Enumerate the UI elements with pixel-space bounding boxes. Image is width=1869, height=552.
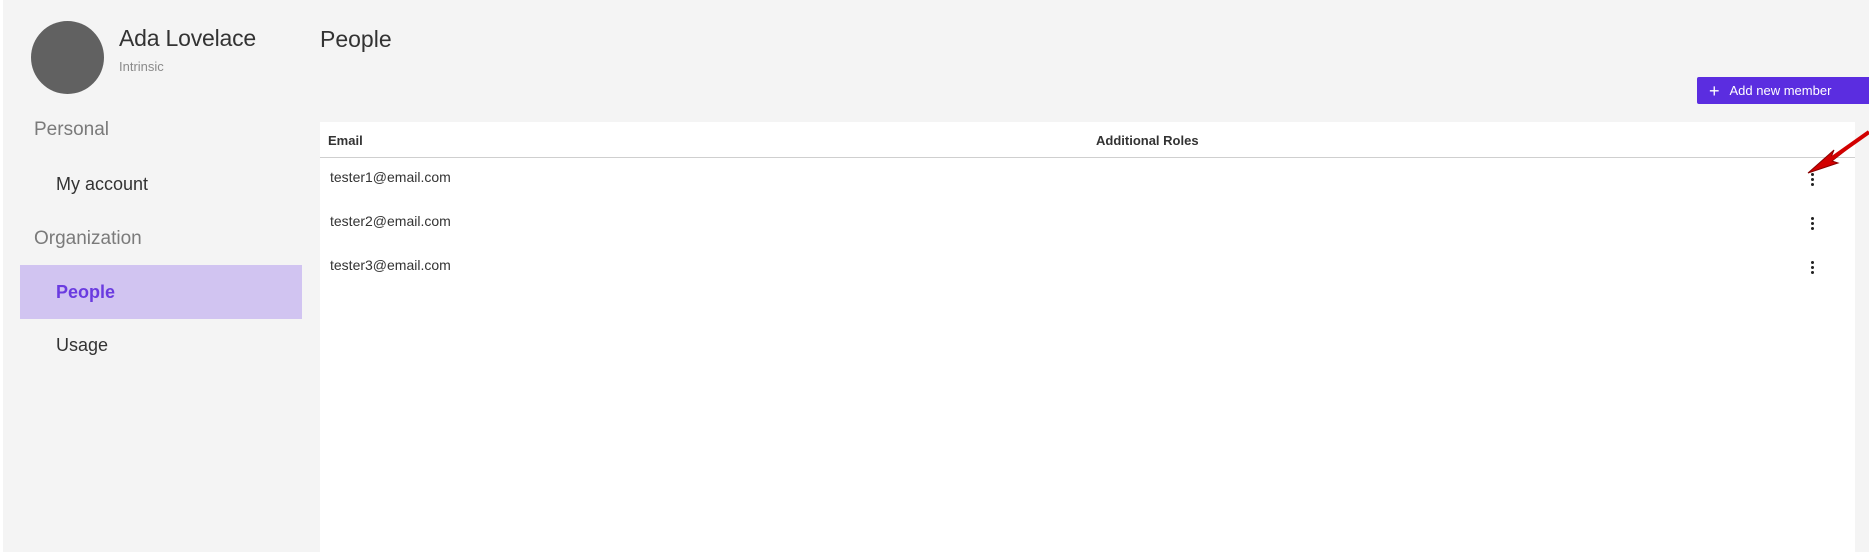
sidebar-section-organization: Organization — [34, 228, 142, 249]
app-window: Ada Lovelace Intrinsic Personal My accou… — [0, 0, 1869, 552]
member-email: tester3@email.com — [330, 257, 451, 273]
members-table: Email Additional Roles tester1@email.com… — [320, 122, 1855, 552]
sidebar-item-label: My account — [56, 173, 149, 194]
sidebar-item-usage[interactable]: Usage — [20, 318, 302, 372]
sidebar-item-label: Usage — [56, 334, 109, 355]
table-header: Email Additional Roles — [320, 122, 1855, 158]
table-row: tester1@email.com — [320, 158, 1855, 202]
member-email: tester1@email.com — [330, 169, 451, 185]
column-header-additional-roles: Additional Roles — [1096, 133, 1199, 148]
more-vert-icon[interactable] — [1800, 211, 1824, 235]
red-arrow-annotation — [1807, 130, 1869, 174]
sidebar-item-people[interactable]: People — [20, 265, 302, 319]
sidebar-item-my-account[interactable]: My account — [20, 157, 302, 211]
more-vert-icon[interactable] — [1800, 255, 1824, 279]
page-title: People — [320, 26, 392, 52]
plus-icon: + — [1709, 80, 1720, 101]
add-new-member-label: Add new member — [1729, 83, 1832, 98]
member-email: tester2@email.com — [330, 213, 451, 229]
table-row: tester3@email.com — [320, 246, 1855, 290]
add-new-member-button[interactable]: + Add new member — [1697, 77, 1869, 104]
sidebar-item-label: People — [56, 281, 116, 302]
user-organization: Intrinsic — [119, 59, 164, 74]
sidebar-section-personal: Personal — [34, 119, 109, 140]
avatar — [31, 21, 104, 94]
column-header-email: Email — [328, 133, 363, 148]
table-row: tester2@email.com — [320, 202, 1855, 246]
user-name: Ada Lovelace — [119, 25, 256, 51]
